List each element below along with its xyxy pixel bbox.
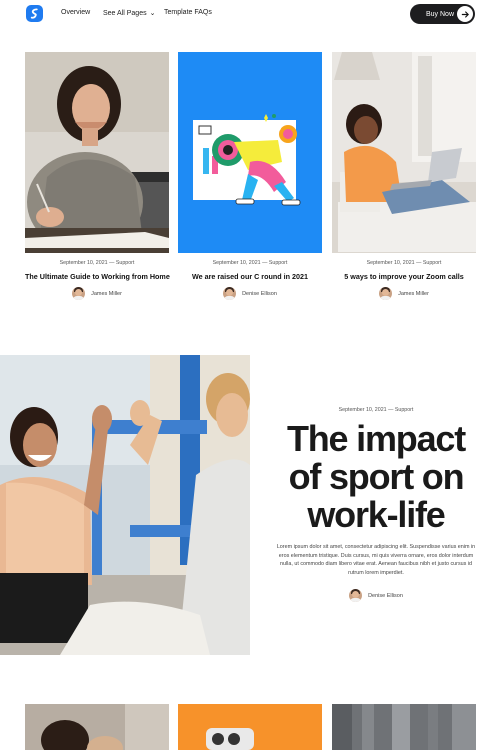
featured-excerpt: Lorem ipsum dolor sit amet, consectetur … (276, 544, 476, 576)
nav-link-label: See All Pages (103, 10, 147, 17)
card-meta: September 10, 2021 — Support (59, 260, 135, 266)
card-meta: September 10, 2021 — Support (366, 260, 442, 266)
card-title[interactable]: The Ultimate Guide to Working from Home (25, 272, 170, 281)
nav-link-overview[interactable]: Overview (61, 9, 90, 16)
featured-image-high-five[interactable] (0, 355, 250, 655)
nav-link-template-faqs[interactable]: Template FAQs (164, 9, 212, 16)
card-title[interactable]: 5 ways to improve your Zoom calls (332, 272, 476, 281)
card-author[interactable]: James Miller (332, 287, 476, 300)
blog-card-3[interactable]: September 10, 2021 — Support 5 ways to i… (332, 52, 476, 300)
blog-card-2[interactable]: September 10, 2021 — Support We are rais… (178, 52, 322, 300)
card-author[interactable]: Denise Ellison (178, 287, 322, 300)
arrow-right-icon (457, 6, 473, 22)
buy-now-button[interactable]: Buy Now (410, 4, 475, 24)
top-nav: Overview See All Pages ⌄ Template FAQs Bu… (0, 0, 500, 28)
author-name: James Miller (91, 290, 122, 297)
avatar (72, 287, 86, 300)
card-image-bottom-2[interactable] (178, 704, 322, 750)
avatar (223, 287, 237, 300)
card-image-illustration[interactable] (178, 52, 322, 253)
featured-author[interactable]: Denise Ellison (276, 589, 476, 602)
chevron-down-icon: ⌄ (149, 10, 156, 17)
avatar (349, 589, 363, 602)
nav-link-see-all-pages[interactable]: See All Pages ⌄ (103, 9, 155, 17)
brand-logo-icon[interactable] (26, 5, 43, 22)
card-image-bottom-3[interactable] (332, 704, 476, 750)
author-name: Denise Ellison (368, 592, 403, 599)
buy-now-label: Buy Now (426, 10, 455, 18)
card-title[interactable]: We are raised our C round in 2021 (178, 272, 322, 281)
avatar (379, 287, 393, 300)
author-name: Denise Ellison (242, 290, 277, 297)
card-author[interactable]: James Miller (25, 287, 169, 300)
blog-card-1[interactable]: September 10, 2021 — Support The Ultimat… (25, 52, 170, 300)
card-image-bottom-1[interactable] (25, 704, 169, 750)
featured-title[interactable]: The impact of sport on work-life (270, 420, 482, 534)
card-image-woman-laptop[interactable] (332, 52, 476, 253)
author-name: James Miller (398, 290, 429, 297)
featured-meta: September 10, 2021 — Support (338, 407, 414, 413)
card-image-woman-writing[interactable] (25, 52, 169, 253)
card-meta: September 10, 2021 — Support (212, 260, 288, 266)
